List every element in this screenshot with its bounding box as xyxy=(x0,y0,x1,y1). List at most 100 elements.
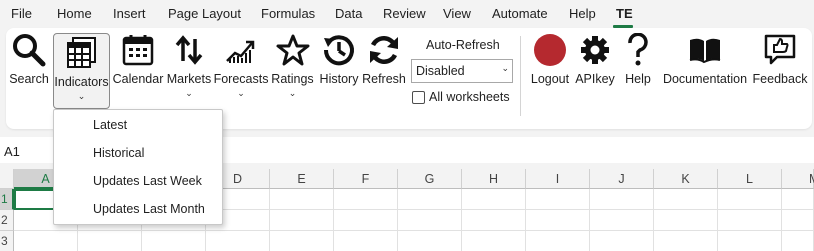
search-button[interactable]: Search xyxy=(8,31,50,107)
menu-item-historical[interactable]: Historical xyxy=(55,139,221,167)
cell-g2[interactable] xyxy=(398,210,462,231)
forecasts-label: Forecasts xyxy=(213,72,269,86)
cell-i2[interactable] xyxy=(526,210,590,231)
menu-file[interactable]: File xyxy=(11,6,32,22)
column-header-f[interactable]: F xyxy=(334,169,398,189)
menu-insert[interactable]: Insert xyxy=(113,6,146,22)
auto-refresh-value: Disabled xyxy=(416,64,465,78)
cell-g3[interactable] xyxy=(398,231,462,251)
star-icon xyxy=(276,31,310,69)
help-button[interactable]: Help xyxy=(620,31,656,107)
menu-page-layout[interactable]: Page Layout xyxy=(168,6,241,22)
column-header-j[interactable]: J xyxy=(590,169,654,189)
menu-home[interactable]: Home xyxy=(57,6,92,22)
menu-item-latest[interactable]: Latest xyxy=(55,111,221,139)
help-label: Help xyxy=(625,72,651,86)
auto-refresh-select[interactable]: Disabled ⌄ xyxy=(411,59,513,83)
menu-item-updates-last-month[interactable]: Updates Last Month xyxy=(55,195,221,223)
cell-l2[interactable] xyxy=(718,210,782,231)
feedback-button[interactable]: Feedback xyxy=(752,31,808,107)
column-header-k[interactable]: K xyxy=(654,169,718,189)
apikey-label: APIkey xyxy=(575,72,615,86)
cell-f2[interactable] xyxy=(334,210,398,231)
refresh-button[interactable]: Refresh xyxy=(362,31,406,107)
cell-l1[interactable] xyxy=(718,189,782,210)
auto-refresh-label: Auto-Refresh xyxy=(426,38,500,52)
cell-k2[interactable] xyxy=(654,210,718,231)
cell-l3[interactable] xyxy=(718,231,782,251)
cell-e2[interactable] xyxy=(270,210,334,231)
cell-j2[interactable] xyxy=(590,210,654,231)
cell-h3[interactable] xyxy=(462,231,526,251)
menu-te[interactable]: TE xyxy=(616,6,633,22)
indicators-label: Indicators xyxy=(54,75,109,89)
ratings-button[interactable]: Ratings ⌄ xyxy=(270,31,315,107)
cell-j3[interactable] xyxy=(590,231,654,251)
column-header-i[interactable]: I xyxy=(526,169,590,189)
indicators-dropdown-menu: Latest Historical Updates Last Week Upda… xyxy=(53,109,223,225)
markets-label: Markets xyxy=(166,72,212,86)
select-all-corner[interactable] xyxy=(0,169,14,189)
calendar-button[interactable]: Calendar xyxy=(112,31,164,107)
cell-j1[interactable] xyxy=(590,189,654,210)
search-icon xyxy=(11,31,47,69)
cell-m2[interactable] xyxy=(782,210,814,231)
documentation-button[interactable]: Documentation xyxy=(662,31,748,107)
column-header-g[interactable]: G xyxy=(398,169,462,189)
cell-k3[interactable] xyxy=(654,231,718,251)
markets-button[interactable]: Markets ⌄ xyxy=(166,31,212,107)
row-header-2[interactable]: 2 xyxy=(0,210,14,231)
column-header-m[interactable]: M xyxy=(782,169,814,189)
logout-label: Logout xyxy=(530,72,570,86)
cell-m1[interactable] xyxy=(782,189,814,210)
history-label: History xyxy=(319,72,359,86)
calendar-label: Calendar xyxy=(112,72,164,86)
history-icon xyxy=(322,31,356,69)
cell-h2[interactable] xyxy=(462,210,526,231)
chevron-down-icon: ⌄ xyxy=(77,91,86,101)
menu-review[interactable]: Review xyxy=(383,6,426,22)
cell-b3[interactable] xyxy=(78,231,142,251)
cell-e3[interactable] xyxy=(270,231,334,251)
cell-f1[interactable] xyxy=(334,189,398,210)
menu-data[interactable]: Data xyxy=(335,6,362,22)
cell-f3[interactable] xyxy=(334,231,398,251)
cell-e1[interactable] xyxy=(270,189,334,210)
history-button[interactable]: History xyxy=(318,31,360,107)
cell-a3[interactable] xyxy=(14,231,78,251)
cell-h1[interactable] xyxy=(462,189,526,210)
row-header-3[interactable]: 3 xyxy=(0,231,14,251)
name-box[interactable]: A1 xyxy=(4,144,20,159)
menu-view[interactable]: View xyxy=(443,6,471,22)
forecasts-button[interactable]: Forecasts ⌄ xyxy=(214,31,268,107)
logout-circle-icon xyxy=(533,31,567,69)
menu-bar: File Home Insert Page Layout Formulas Da… xyxy=(0,0,814,28)
cell-i3[interactable] xyxy=(526,231,590,251)
calendar-icon xyxy=(121,31,155,69)
cell-g1[interactable] xyxy=(398,189,462,210)
menu-automate[interactable]: Automate xyxy=(492,6,548,22)
ratings-label: Ratings xyxy=(271,72,314,86)
excel-window: File Home Insert Page Layout Formulas Da… xyxy=(0,0,814,251)
search-label: Search xyxy=(9,72,49,86)
logout-button[interactable]: Logout xyxy=(528,31,572,107)
cell-c3[interactable] xyxy=(142,231,206,251)
menu-item-updates-last-week[interactable]: Updates Last Week xyxy=(55,167,221,195)
column-header-e[interactable]: E xyxy=(270,169,334,189)
chevron-down-icon: ⌄ xyxy=(237,88,245,98)
cell-i1[interactable] xyxy=(526,189,590,210)
indicators-button[interactable]: Indicators ⌄ xyxy=(53,33,110,109)
cell-m3[interactable] xyxy=(782,231,814,251)
apikey-button[interactable]: APIkey xyxy=(575,31,615,107)
menu-formulas[interactable]: Formulas xyxy=(261,6,315,22)
menu-help[interactable]: Help xyxy=(569,6,596,22)
row-header-1[interactable]: 1 xyxy=(0,189,14,210)
cell-d3[interactable] xyxy=(206,231,270,251)
cell-k1[interactable] xyxy=(654,189,718,210)
all-worksheets-checkbox[interactable] xyxy=(412,91,425,104)
chevron-down-icon: ⌄ xyxy=(288,88,297,98)
chevron-down-icon: ⌄ xyxy=(185,88,193,98)
feedback-icon xyxy=(763,31,797,69)
column-header-l[interactable]: L xyxy=(718,169,782,189)
column-header-h[interactable]: H xyxy=(462,169,526,189)
